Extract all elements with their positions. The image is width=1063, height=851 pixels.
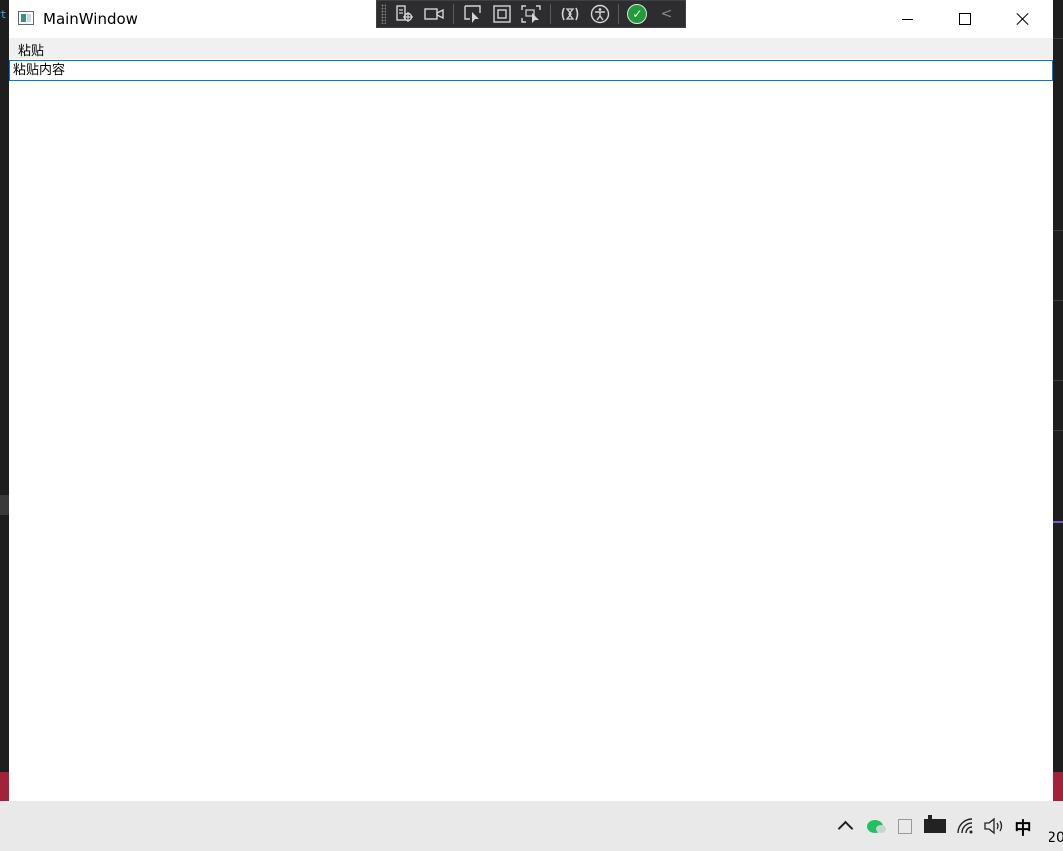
close-icon bbox=[1017, 13, 1029, 25]
hot-reload-button[interactable] bbox=[559, 3, 581, 25]
ime-mode-label: 中 bbox=[1014, 818, 1032, 839]
display-layout-adorners-icon bbox=[492, 5, 511, 23]
tray-battery[interactable] bbox=[924, 815, 946, 837]
background-status-strip bbox=[1053, 772, 1063, 801]
select-element-button[interactable] bbox=[462, 3, 483, 25]
hot-reload-icon bbox=[561, 7, 579, 21]
toolbar-separator bbox=[550, 4, 552, 24]
wechat-icon bbox=[867, 819, 886, 833]
menu-item-paste[interactable]: 粘贴 bbox=[18, 40, 44, 59]
tray-volume[interactable] bbox=[983, 815, 1005, 837]
display-layout-adorners-button[interactable] bbox=[491, 3, 512, 25]
copy-icon bbox=[894, 814, 912, 834]
track-focused-element-button[interactable] bbox=[520, 3, 542, 25]
clock[interactable]: 20 bbox=[1049, 827, 1063, 849]
background-divider bbox=[1053, 230, 1063, 231]
volume-icon bbox=[984, 817, 1003, 835]
background-divider bbox=[1053, 430, 1063, 431]
live-visual-tree-icon bbox=[396, 5, 413, 22]
battery-icon bbox=[924, 815, 946, 833]
chevron-up-icon bbox=[837, 820, 853, 837]
maximize-icon bbox=[959, 13, 971, 25]
record-icon bbox=[424, 8, 444, 20]
background-ide-glyph: t bbox=[0, 8, 7, 21]
background-ide-left: t bbox=[0, 0, 9, 801]
wifi-icon bbox=[957, 818, 973, 834]
xaml-debug-toolbar: ✓ < bbox=[376, 0, 686, 28]
menu-bar: 粘贴 bbox=[9, 38, 1053, 59]
binding-status-button[interactable]: ✓ bbox=[627, 3, 648, 25]
ime-indicator[interactable]: 中 bbox=[1011, 815, 1035, 839]
background-ide-right bbox=[1053, 0, 1063, 801]
show-hidden-icons-button[interactable] bbox=[836, 815, 854, 837]
minimize-button[interactable] bbox=[878, 0, 936, 38]
tray-app-wechat[interactable] bbox=[864, 815, 886, 837]
tray-wifi[interactable] bbox=[955, 815, 977, 837]
background-divider bbox=[1053, 300, 1063, 301]
maximize-button[interactable] bbox=[936, 0, 994, 38]
toolbar-separator bbox=[618, 4, 619, 24]
accessibility-icon bbox=[590, 4, 609, 24]
collapse-toolbar-button[interactable]: < bbox=[656, 3, 677, 25]
track-focused-element-icon bbox=[521, 5, 541, 23]
background-highlight bbox=[0, 495, 9, 515]
background-status-strip bbox=[0, 772, 9, 801]
live-visual-tree-button[interactable] bbox=[394, 3, 415, 25]
binding-status-ok-icon: ✓ bbox=[627, 4, 648, 24]
close-button[interactable] bbox=[994, 0, 1052, 38]
background-accent bbox=[1053, 521, 1063, 523]
window-title: MainWindow bbox=[43, 10, 138, 28]
taskbar: 中 20 bbox=[0, 801, 1063, 851]
background-divider bbox=[1053, 380, 1063, 381]
toolbar-grip-handle[interactable] bbox=[381, 4, 387, 24]
main-window: MainWindow 粘贴 粘贴内容 bbox=[9, 0, 1053, 801]
accessibility-button[interactable] bbox=[589, 3, 610, 25]
select-element-icon bbox=[463, 5, 481, 23]
toolbar-separator bbox=[453, 4, 455, 24]
collapse-chevron-icon: < bbox=[660, 6, 673, 22]
minimize-icon bbox=[901, 18, 913, 20]
paste-content-textbox[interactable]: 粘贴内容 bbox=[9, 60, 1053, 81]
tray-app-copy[interactable] bbox=[894, 814, 914, 837]
record-button[interactable] bbox=[423, 3, 445, 25]
background-divider bbox=[1053, 38, 1063, 39]
clock-text: 20 bbox=[1049, 830, 1063, 846]
app-window-icon[interactable] bbox=[18, 11, 34, 25]
